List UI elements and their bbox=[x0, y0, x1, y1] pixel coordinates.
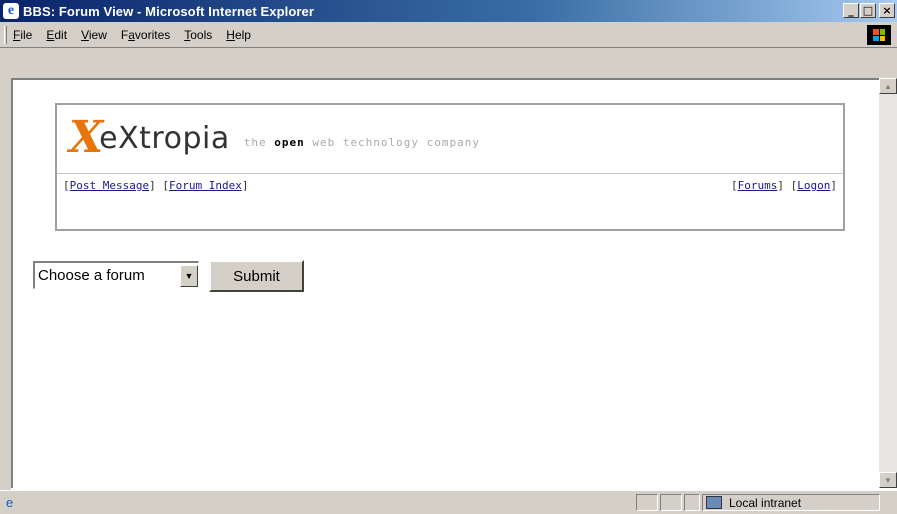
menu-view[interactable]: View bbox=[81, 28, 107, 42]
zone-label: Local intranet bbox=[729, 496, 802, 510]
scroll-down-icon[interactable]: ▼ bbox=[879, 472, 897, 488]
nav-right: [Forums] [Logon] bbox=[731, 179, 837, 192]
menu-help[interactable]: Help bbox=[226, 28, 251, 42]
status-zone: Local intranet bbox=[702, 494, 880, 511]
site-header: X eXtropia the open web technology compa… bbox=[55, 103, 845, 231]
scroll-up-icon[interactable]: ▲ bbox=[879, 78, 897, 94]
page-viewport: X eXtropia the open web technology compa… bbox=[11, 78, 879, 488]
chevron-down-icon[interactable]: ▼ bbox=[180, 264, 198, 287]
internet-explorer-icon: e bbox=[3, 3, 19, 19]
status-cell-2 bbox=[660, 494, 682, 511]
menu-favorites[interactable]: Favorites bbox=[121, 28, 170, 42]
page-status-icon: e bbox=[6, 495, 14, 510]
status-cell-3 bbox=[684, 494, 700, 511]
chrome-gap bbox=[0, 48, 897, 78]
windows-logo-icon bbox=[867, 25, 891, 45]
menu-bar: File Edit View Favorites Tools Help bbox=[0, 22, 897, 48]
toolbar-grip[interactable] bbox=[4, 25, 7, 44]
logo-mark: X bbox=[69, 112, 104, 163]
minimize-button[interactable]: _ bbox=[843, 3, 859, 18]
logo-tagline: the open web technology company bbox=[243, 135, 481, 149]
forum-index-link[interactable]: Forum Index bbox=[169, 179, 242, 192]
logo-wordmark: eXtropia bbox=[99, 120, 230, 156]
status-cell-1 bbox=[636, 494, 658, 511]
header-divider bbox=[57, 173, 843, 174]
status-bar: e Local intranet bbox=[0, 490, 897, 514]
menu-tools[interactable]: Tools bbox=[184, 28, 212, 42]
menu-file[interactable]: File bbox=[13, 28, 32, 42]
forum-select[interactable]: Choose a forum ▼ bbox=[33, 261, 199, 289]
close-button[interactable]: × bbox=[879, 3, 895, 18]
left-frame-border bbox=[0, 48, 11, 490]
submit-button[interactable]: Submit bbox=[209, 260, 304, 292]
forum-select-value: Choose a forum bbox=[38, 267, 145, 284]
window-title: BBS: Forum View - Microsoft Internet Exp… bbox=[23, 3, 315, 19]
maximize-button[interactable]: □ bbox=[860, 3, 876, 18]
forums-link[interactable]: Forums bbox=[738, 179, 778, 192]
window-titlebar: e BBS: Forum View - Microsoft Internet E… bbox=[0, 0, 897, 22]
vertical-scrollbar[interactable]: ▲ ▼ bbox=[879, 78, 897, 488]
window-controls: _ □ × bbox=[842, 3, 895, 18]
nav-left: [Post Message] [Forum Index] bbox=[63, 179, 249, 192]
menu-edit[interactable]: Edit bbox=[46, 28, 67, 42]
local-intranet-icon bbox=[706, 496, 722, 509]
post-message-link[interactable]: Post Message bbox=[70, 179, 149, 192]
extropia-logo: X eXtropia the open web technology compa… bbox=[69, 111, 480, 165]
logon-link[interactable]: Logon bbox=[797, 179, 830, 192]
